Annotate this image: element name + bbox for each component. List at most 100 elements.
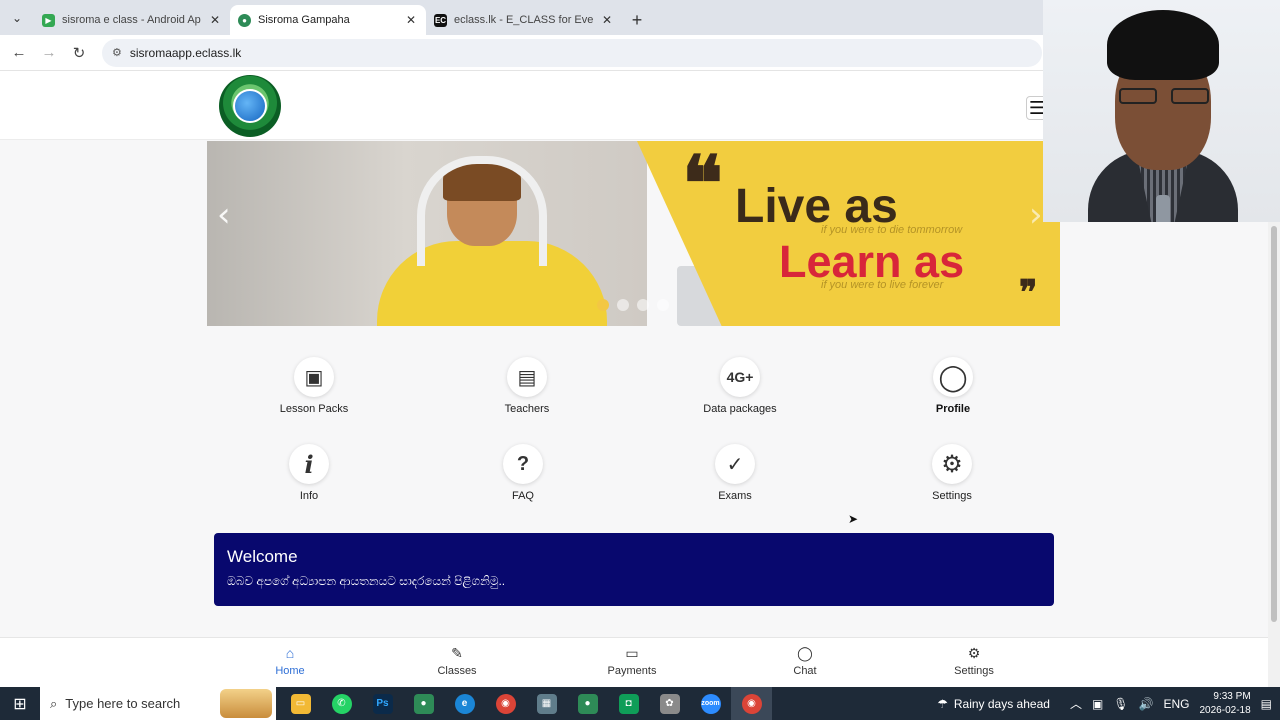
nav-settings[interactable]: ⚙ Settings (934, 644, 1014, 677)
clock[interactable]: 9:33 PM 2026-02-18 (1200, 690, 1251, 718)
question-icon: ? (503, 444, 543, 484)
gear-icon: ⚙ (967, 645, 981, 661)
nav-home[interactable]: ⌂ Home (250, 644, 330, 677)
windows-taskbar: ⊞ ⌕ Type here to search ▭ ✆ Ps ● e ◉ ▦ ●… (0, 687, 1280, 720)
quote-subline-2: if you were to live forever (821, 279, 944, 291)
menu-label: Profile (935, 403, 971, 415)
file-explorer-icon[interactable]: ▭ (280, 687, 321, 720)
notifications-icon[interactable]: ▤ (1261, 697, 1272, 711)
search-placeholder: Type here to search (65, 696, 181, 711)
forward-arrow-icon[interactable]: → (36, 40, 62, 66)
menu-faq[interactable]: ? FAQ (458, 444, 588, 502)
chrome-active-icon[interactable]: ◉ (731, 687, 772, 720)
close-icon[interactable]: ✕ (600, 13, 614, 27)
presenter-tie (1156, 195, 1170, 222)
scroll-thumb[interactable] (1271, 226, 1277, 622)
tab-search-chevron-icon[interactable]: ⌄ (0, 0, 34, 35)
zoom-icon[interactable]: zoom (690, 687, 731, 720)
nav-label: Chat (793, 665, 817, 677)
system-tray: ☂ Rainy days ahead ︿ ▣ 🎙 🔊 ENG 9:33 PM 2… (937, 687, 1280, 720)
tab-title: Sisroma Gampaha (258, 14, 350, 26)
windows-start-icon[interactable]: ⊞ (0, 687, 40, 720)
google-play-icon: ▶ (42, 13, 55, 27)
menu-data-packages[interactable]: 4G+ Data packages (675, 357, 805, 415)
calculator-icon[interactable]: ▦ (526, 687, 567, 720)
whatsapp-icon[interactable]: ✆ (321, 687, 362, 720)
nav-chat[interactable]: ◯ Chat (765, 644, 845, 677)
speaker-icon[interactable]: 🔊 (1139, 697, 1154, 711)
new-tab-button[interactable]: + (622, 5, 652, 35)
sisroma-app-icon[interactable]: ● (403, 687, 444, 720)
back-arrow-icon[interactable]: ← (6, 40, 32, 66)
tab-sisroma-gampaha[interactable]: ● Sisroma Gampaha ✕ (230, 5, 426, 35)
taskbar-search[interactable]: ⌕ Type here to search (40, 687, 276, 720)
page-scrollbar[interactable] (1268, 222, 1280, 687)
chrome-icon[interactable]: ◉ (485, 687, 526, 720)
nav-classes[interactable]: ✎ Classes (417, 644, 497, 677)
close-quote-icon: ❞ (1019, 273, 1038, 313)
tab-eclass[interactable]: EC eclass.lk - E_CLASS for Every Cl ✕ (426, 5, 622, 35)
weather-widget[interactable]: ☂ Rainy days ahead (937, 697, 1050, 711)
menu-profile[interactable]: ◯ Profile (888, 357, 1018, 415)
chevron-up-icon[interactable]: ︿ (1070, 695, 1082, 712)
menu-label: Exams (718, 490, 752, 502)
card-icon: ▭ (625, 645, 639, 661)
browser-toolbar: ← → ↻ ⚙ sisromaapp.eclass.lk (0, 35, 1043, 71)
menu-teachers[interactable]: ▤ Teachers (462, 357, 592, 415)
tab-android-apps[interactable]: ▶ sisroma e class - Android Apps ✕ (34, 5, 230, 35)
search-highlight-image (220, 689, 272, 718)
menu-lesson-packs[interactable]: ▣ Lesson Packs (249, 357, 379, 415)
carousel-dot[interactable] (657, 299, 669, 311)
tab-title: eclass.lk - E_CLASS for Every Cl (454, 14, 593, 26)
presenter-glasses (1119, 88, 1209, 104)
edge-icon[interactable]: e (444, 687, 485, 720)
headphones-icon (417, 156, 547, 266)
sisroma-logo[interactable] (219, 75, 281, 137)
teacher-board-icon: ▤ (507, 357, 547, 397)
menu-settings[interactable]: ⚙ Settings (887, 444, 1017, 502)
webcam-overlay (1043, 0, 1280, 222)
taskbar-apps: ▭ ✆ Ps ● e ◉ ▦ ● ◘ ✿ zoom ◉ (280, 687, 772, 720)
presenter-hair (1107, 10, 1219, 80)
site-settings-icon[interactable]: ⚙ (112, 46, 122, 59)
close-icon[interactable]: ✕ (404, 13, 418, 27)
browser-tab-strip: ⌄ ▶ sisroma e class - Android Apps ✕ ● S… (0, 0, 1043, 35)
menu-label: FAQ (511, 490, 534, 502)
carousel-dot[interactable] (617, 299, 629, 311)
reload-icon[interactable]: ↻ (66, 40, 92, 66)
home-icon: ⌂ (285, 645, 295, 661)
brain-app-icon[interactable]: ✿ (649, 687, 690, 720)
user-profile-icon: ◯ (933, 357, 973, 397)
menu-label: Teachers (504, 403, 550, 415)
nav-payments[interactable]: ▭ Payments (592, 644, 672, 677)
nav-label: Settings (954, 665, 994, 677)
close-icon[interactable]: ✕ (208, 13, 222, 27)
classes-icon: ✎ (451, 645, 463, 661)
menu-label: Data packages (703, 403, 777, 415)
clock-date: 2026-02-18 (1199, 704, 1251, 716)
carousel-dot[interactable] (597, 299, 609, 311)
network-icon[interactable]: ▣ (1092, 697, 1103, 711)
nav-label: Payments (607, 665, 657, 677)
language-indicator[interactable]: ENG (1163, 697, 1189, 711)
welcome-card: Welcome ඔබව අපගේ අධ්‍යාපන ආයතනයට සාදරයෙන… (214, 533, 1054, 606)
address-bar[interactable]: ⚙ sisromaapp.eclass.lk (102, 38, 1042, 67)
open-quote-icon: ❝ (682, 141, 723, 228)
menu-label: Settings (932, 490, 972, 502)
camera-icon[interactable]: ◘ (608, 687, 649, 720)
clock-time: 9:33 PM (1213, 690, 1251, 702)
umbrella-icon: ☂ (937, 696, 948, 711)
4g-icon: 4G+ (720, 357, 760, 397)
menu-exams[interactable]: ✓ Exams (670, 444, 800, 502)
mouse-pointer-icon: ➤ (848, 512, 859, 526)
image-carousel: ❝ Live as if you were to die tommorrow L… (207, 141, 1060, 326)
menu-label: Info (299, 490, 319, 502)
sisroma-app-icon[interactable]: ● (567, 687, 608, 720)
carousel-dot[interactable] (637, 299, 649, 311)
bottom-navigation: ⌂ Home ✎ Classes ▭ Payments ◯ Chat ⚙ Set… (0, 637, 1268, 687)
carousel-next-icon[interactable]: › (1029, 195, 1043, 235)
photoshop-icon[interactable]: Ps (362, 687, 403, 720)
menu-info[interactable]: i Info (244, 444, 374, 502)
microphone-icon[interactable]: 🎙 (1113, 697, 1128, 711)
carousel-prev-icon[interactable]: ‹ (217, 195, 231, 235)
